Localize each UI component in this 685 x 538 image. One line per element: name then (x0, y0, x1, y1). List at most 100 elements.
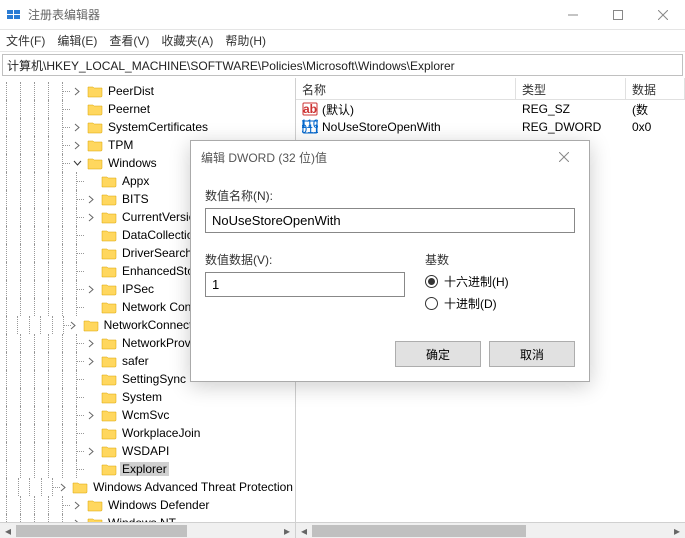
tree-item-windows-defender[interactable]: Windows Defender (0, 496, 295, 514)
chevron-down-icon[interactable] (70, 156, 84, 170)
tree-item-wcmsvc[interactable]: WcmSvc (0, 406, 295, 424)
chevron-right-icon[interactable] (70, 138, 84, 152)
close-button[interactable] (640, 0, 685, 30)
chevron-right-icon[interactable] (70, 120, 84, 134)
tree-item-workplacejoin[interactable]: WorkplaceJoin (0, 424, 295, 442)
chevron-right-icon[interactable] (70, 498, 84, 512)
radix-label: 基数 (425, 251, 575, 268)
radix-dec-option[interactable]: 十进制(D) (425, 295, 575, 312)
tree-item-label: Windows Defender (106, 498, 211, 512)
folder-icon (101, 354, 117, 368)
tree-item-label: TPM (106, 138, 135, 152)
value-type: REG_DWORD (522, 120, 601, 134)
chevron-right-icon[interactable] (84, 408, 98, 422)
list-row[interactable]: ab(默认)REG_SZ(数 (296, 100, 685, 118)
menu-view[interactable]: 查看(V) (109, 32, 149, 49)
chevron-right-icon[interactable] (84, 336, 98, 350)
radix-hex-label: 十六进制(H) (444, 273, 509, 290)
chevron-right-icon[interactable] (70, 84, 84, 98)
svg-text:011: 011 (302, 122, 318, 135)
cancel-button[interactable]: 取消 (489, 341, 575, 367)
dialog-close-button[interactable] (549, 142, 579, 172)
tree-item-label: Windows (106, 156, 159, 170)
chevron-right-icon[interactable] (84, 354, 98, 368)
tree-item-label: SystemCertificates (106, 120, 210, 134)
folder-icon (101, 444, 117, 458)
folder-icon (101, 390, 117, 404)
title-bar: 注册表编辑器 (0, 0, 685, 30)
folder-icon (101, 408, 117, 422)
tree-item-peerdist[interactable]: PeerDist (0, 82, 295, 100)
radio-unchecked-icon (425, 297, 438, 310)
tree-item-label: Explorer (120, 462, 169, 476)
folder-icon (87, 138, 103, 152)
address-bar[interactable]: 计算机\HKEY_LOCAL_MACHINE\SOFTWARE\Policies… (2, 54, 683, 76)
chevron-right-icon[interactable] (84, 444, 98, 458)
tree-hscrollbar[interactable]: ◂ ▸ (0, 522, 295, 538)
tree-item-wsdapi[interactable]: WSDAPI (0, 442, 295, 460)
scroll-left-icon[interactable]: ◂ (0, 523, 16, 538)
chevron-right-icon[interactable] (84, 210, 98, 224)
tree-item-system[interactable]: System (0, 388, 295, 406)
menu-favorites[interactable]: 收藏夹(A) (161, 32, 213, 49)
scroll-left-icon[interactable]: ◂ (296, 523, 312, 538)
menu-file[interactable]: 文件(F) (6, 32, 45, 49)
radix-dec-label: 十进制(D) (444, 295, 497, 312)
col-type[interactable]: 类型 (516, 78, 626, 99)
tree-item-label: SettingSync (120, 372, 188, 386)
tree-item-label: safer (120, 354, 151, 368)
scroll-right-icon[interactable]: ▸ (669, 523, 685, 538)
tree-item-label: System (120, 390, 164, 404)
list-row[interactable]: 110011NoUseStoreOpenWithREG_DWORD0x0 (296, 118, 685, 136)
value-name: (默认) (322, 101, 354, 118)
tree-item-systemcertificates[interactable]: SystemCertificates (0, 118, 295, 136)
tree-item-explorer[interactable]: Explorer (0, 460, 295, 478)
scroll-right-icon[interactable]: ▸ (279, 523, 295, 538)
list-hscrollbar[interactable]: ◂ ▸ (296, 522, 685, 538)
radix-hex-option[interactable]: 十六进制(H) (425, 273, 575, 290)
ok-button[interactable]: 确定 (395, 341, 481, 367)
folder-icon (101, 336, 117, 350)
svg-text:ab: ab (303, 102, 317, 116)
folder-icon (101, 462, 117, 476)
folder-icon (101, 282, 117, 296)
menu-bar: 文件(F) 编辑(E) 查看(V) 收藏夹(A) 帮助(H) (0, 30, 685, 52)
chevron-right-icon[interactable] (84, 282, 98, 296)
tree-item-label: Appx (120, 174, 151, 188)
tree-item-label: BITS (120, 192, 151, 206)
maximize-button[interactable] (595, 0, 640, 30)
tree-item-label: Windows Advanced Threat Protection (91, 480, 295, 494)
window-title: 注册表编辑器 (28, 6, 550, 23)
folder-icon (101, 372, 117, 386)
tree-item-windows-advanced-threat-protection[interactable]: Windows Advanced Threat Protection (0, 478, 295, 496)
value-data-field[interactable] (205, 272, 405, 297)
string-value-icon: ab (302, 101, 318, 117)
menu-edit[interactable]: 编辑(E) (57, 32, 97, 49)
col-data[interactable]: 数据 (626, 78, 685, 99)
value-data-label: 数值数据(V): (205, 251, 405, 268)
tree-item-peernet[interactable]: Peernet (0, 100, 295, 118)
folder-icon (87, 84, 103, 98)
radio-checked-icon (425, 275, 438, 288)
value-name: NoUseStoreOpenWith (322, 120, 441, 134)
folder-icon (87, 156, 103, 170)
minimize-button[interactable] (550, 0, 595, 30)
tree-item-label: WorkplaceJoin (120, 426, 202, 440)
chevron-right-icon[interactable] (84, 192, 98, 206)
value-name-label: 数值名称(N): (205, 187, 575, 204)
folder-icon (101, 300, 117, 314)
binary-value-icon: 110011 (302, 119, 318, 135)
folder-icon (101, 210, 117, 224)
value-name-field[interactable] (205, 208, 575, 233)
tree-item-label: PeerDist (106, 84, 156, 98)
folder-icon (101, 174, 117, 188)
folder-icon (101, 426, 117, 440)
list-header: 名称 类型 数据 (296, 78, 685, 100)
address-text: 计算机\HKEY_LOCAL_MACHINE\SOFTWARE\Policies… (7, 57, 455, 74)
menu-help[interactable]: 帮助(H) (225, 32, 266, 49)
value-type: REG_SZ (522, 102, 570, 116)
folder-icon (101, 192, 117, 206)
folder-icon (101, 246, 117, 260)
tree-item-label: Peernet (106, 102, 152, 116)
col-name[interactable]: 名称 (296, 78, 516, 99)
